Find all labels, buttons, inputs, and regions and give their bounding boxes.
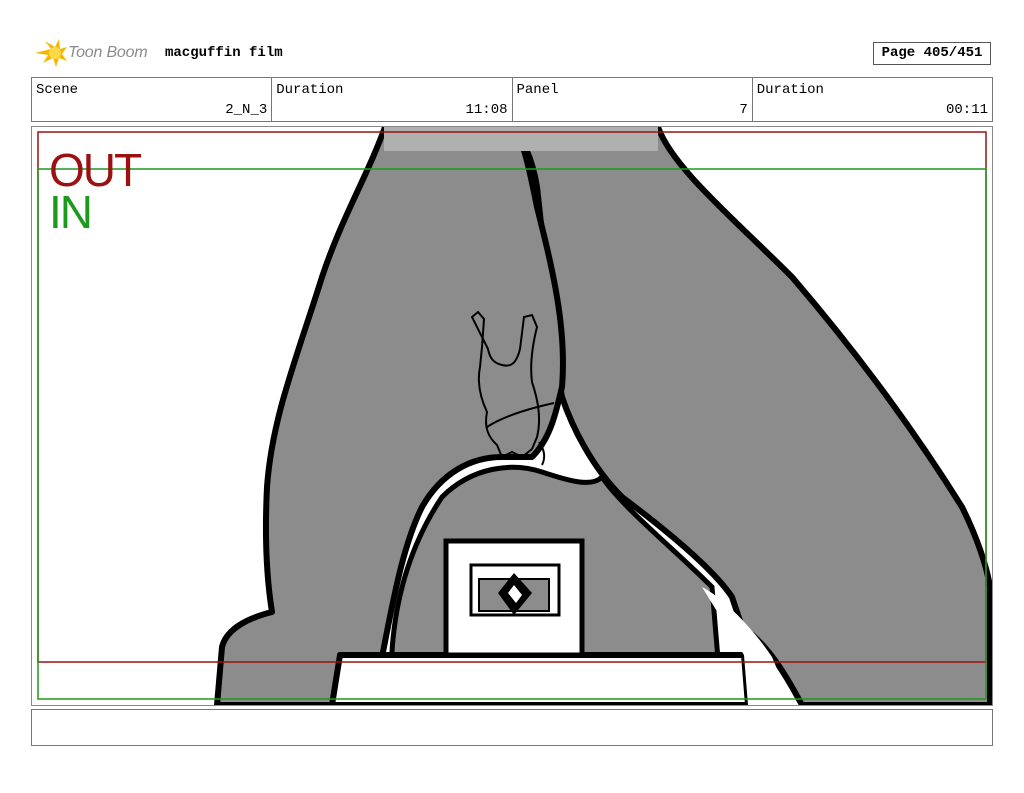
frame-labels: OUT IN bbox=[49, 144, 142, 238]
storyboard-panel: OUT IN bbox=[31, 126, 993, 706]
logo-text: Toon Boom bbox=[68, 44, 148, 61]
scene-duration-label: Duration bbox=[276, 82, 344, 98]
panel-label: Panel bbox=[516, 82, 559, 98]
panel-duration-cell: Duration 00:11 bbox=[753, 78, 992, 121]
scene-duration-cell: Duration 11:08 bbox=[272, 78, 513, 121]
project-title: macguffin film bbox=[165, 45, 283, 61]
panel-duration-label: Duration bbox=[756, 82, 824, 98]
panel-duration-value: 00:11 bbox=[945, 102, 988, 118]
top-band bbox=[384, 127, 658, 151]
storyboard-drawing bbox=[37, 127, 992, 705]
scene-duration-value: 11:08 bbox=[465, 102, 508, 118]
out-label: OUT bbox=[49, 144, 142, 196]
page-number: Page 405/451 bbox=[873, 42, 991, 65]
panel-value: 7 bbox=[739, 102, 748, 118]
info-row: Scene 2_N_3 Duration 11:08 Panel 7 Durat… bbox=[31, 77, 993, 122]
panel-cell: Panel 7 bbox=[513, 78, 753, 121]
scene-value: 2_N_3 bbox=[225, 102, 268, 118]
scene-cell: Scene 2_N_3 bbox=[32, 78, 273, 121]
notes-box bbox=[31, 709, 993, 746]
scene-label: Scene bbox=[36, 82, 79, 98]
in-label: IN bbox=[49, 186, 93, 238]
